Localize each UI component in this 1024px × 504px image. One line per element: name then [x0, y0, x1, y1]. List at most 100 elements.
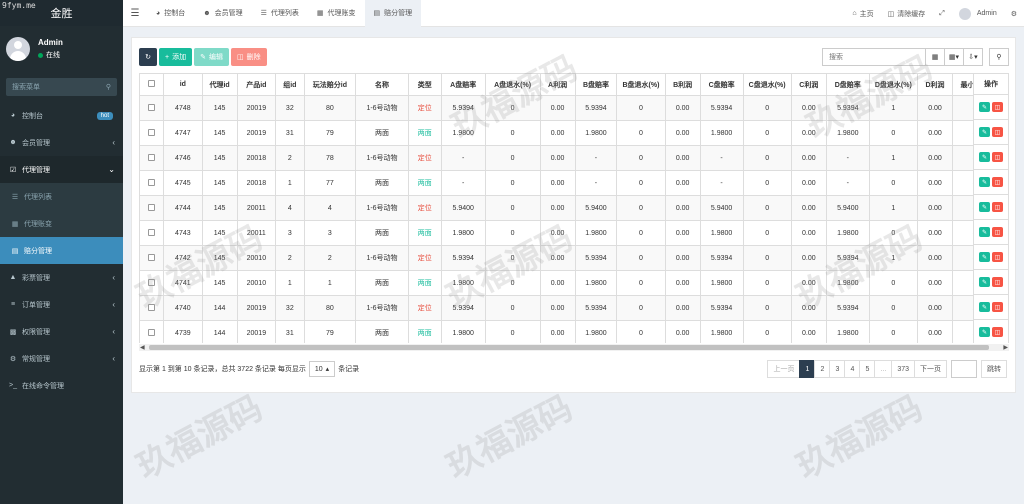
page-4[interactable]: 4: [844, 360, 861, 378]
delete-row-icon[interactable]: ◫: [992, 327, 1003, 337]
jump-button[interactable]: 跳转: [981, 360, 1007, 378]
col-header[interactable]: D盘退水(%): [868, 73, 918, 96]
col-header[interactable]: B盘赔率: [574, 73, 618, 96]
sidebar-item-orders[interactable]: ≡ 订单管理 ‹: [0, 291, 123, 318]
tab-dashboard[interactable]: ◕ 控制台: [147, 0, 194, 27]
row-checkbox[interactable]: [139, 320, 165, 343]
refresh-button[interactable]: ↻: [139, 48, 157, 66]
delete-row-icon[interactable]: ◫: [992, 127, 1003, 137]
col-header[interactable]: C盘退水(%): [742, 73, 792, 96]
sidebar-item-members[interactable]: ☻ 会员管理 ‹: [0, 129, 123, 156]
next-page-button[interactable]: 下一页: [914, 360, 947, 378]
user-menu[interactable]: Admin: [952, 7, 1004, 20]
sidebar-item-lottery[interactable]: ▲ 彩票管理 ‹: [0, 264, 123, 291]
prev-page-button[interactable]: 上一页: [767, 360, 801, 378]
tab-odds-management[interactable]: ▤ 赔分管理: [364, 0, 422, 27]
columns-dropdown-icon[interactable]: ▦▾: [944, 48, 964, 66]
col-header[interactable]: A盘退水(%): [484, 73, 541, 96]
menu-search-input[interactable]: 搜索菜单 ⚲: [6, 78, 117, 96]
page-last[interactable]: 373: [891, 360, 915, 378]
delete-row-icon[interactable]: ◫: [992, 102, 1003, 112]
col-header[interactable]: B利润: [664, 73, 701, 96]
tab-agent-transactions[interactable]: ▦ 代理账变: [308, 0, 365, 27]
menu-toggle-icon[interactable]: ☰: [123, 8, 147, 19]
col-header[interactable]: A盘赔率: [440, 73, 486, 96]
col-header[interactable]: 代理id: [201, 73, 238, 96]
table-row[interactable]: 4746 145 20018 2 78 1-6号动物 定位 -0 0.00-0 0.00-0 0.0…: [139, 145, 1009, 171]
delete-row-icon[interactable]: ◫: [992, 152, 1003, 162]
col-header[interactable]: B盘退水(%): [616, 73, 666, 96]
delete-row-icon[interactable]: ◫: [992, 227, 1003, 237]
logo[interactable]: 9fym.me 金胜: [0, 0, 123, 26]
toggle-view-icon[interactable]: ▦: [925, 48, 945, 66]
edit-row-icon[interactable]: ✎: [979, 327, 990, 337]
table-row[interactable]: 4743 145 20011 3 3 两面 两面 1.9800 0 0.00 1.9800 0 0.00…: [139, 220, 1009, 246]
row-checkbox[interactable]: [139, 270, 165, 296]
edit-row-icon[interactable]: ✎: [979, 177, 990, 187]
select-all-checkbox[interactable]: [139, 73, 165, 96]
col-header[interactable]: D利润: [916, 73, 954, 96]
row-checkbox[interactable]: [139, 295, 165, 321]
fullscreen-icon[interactable]: ⤢: [932, 10, 952, 18]
edit-row-icon[interactable]: ✎: [979, 102, 990, 112]
scrollbar-thumb[interactable]: [149, 345, 989, 350]
col-header[interactable]: A利润: [539, 73, 576, 96]
sidebar-item-odds-management[interactable]: ▤ 赔分管理: [0, 237, 123, 264]
col-header[interactable]: 名称: [355, 73, 409, 96]
row-checkbox[interactable]: [139, 245, 165, 271]
edit-row-icon[interactable]: ✎: [979, 302, 990, 312]
edit-row-icon[interactable]: ✎: [979, 277, 990, 287]
edit-row-icon[interactable]: ✎: [979, 202, 990, 212]
clear-cache-button[interactable]: ◫ 清除缓存: [881, 9, 933, 19]
sidebar-item-dashboard[interactable]: ◕ 控制台 hot: [0, 102, 123, 129]
delete-row-icon[interactable]: ◫: [992, 202, 1003, 212]
delete-row-icon[interactable]: ◫: [992, 252, 1003, 262]
row-checkbox[interactable]: [139, 95, 165, 121]
delete-row-icon[interactable]: ◫: [992, 302, 1003, 312]
table-row[interactable]: 4745 145 20018 1 77 两面 两面 -0 0.00-0 0.00-0 0.00-0 0…: [139, 170, 1009, 196]
col-header[interactable]: 类型: [407, 73, 442, 96]
table-row[interactable]: 4739 144 20019 31 79 两面 两面 1.9800 0 0.00 1.9800 0 0.…: [139, 320, 1009, 343]
home-link[interactable]: ⌂ 主页: [845, 9, 880, 19]
edit-row-icon[interactable]: ✎: [979, 127, 990, 137]
col-header[interactable]: 产品id: [236, 73, 277, 96]
row-checkbox[interactable]: [139, 220, 165, 246]
sidebar-item-agent-transactions[interactable]: ▦ 代理账变: [0, 210, 123, 237]
horizontal-scrollbar[interactable]: ◀ ▶: [139, 344, 1009, 351]
col-header[interactable]: id: [163, 73, 203, 96]
table-row[interactable]: 4744 145 20011 4 4 1-6号动物 定位 5.9400 0 0.00 5.9400 0…: [139, 195, 1009, 221]
jump-page-input[interactable]: [951, 360, 977, 378]
col-header[interactable]: D盘赔率: [825, 73, 870, 96]
col-header[interactable]: C利润: [790, 73, 827, 96]
scroll-right-icon[interactable]: ▶: [1003, 344, 1008, 351]
table-row[interactable]: 4747 145 20019 31 79 两面 两面 1.9800 0 0.00 1.9800 0 0.…: [139, 120, 1009, 146]
table-row[interactable]: 4742 145 20010 2 2 1-6号动物 定位 5.9394 0 0.00 5.9394 0…: [139, 245, 1009, 271]
edit-row-icon[interactable]: ✎: [979, 252, 990, 262]
delete-row-icon[interactable]: ◫: [992, 277, 1003, 287]
sidebar-item-agent-list[interactable]: ☰ 代理列表: [0, 183, 123, 210]
tab-members[interactable]: ☻ 会员管理: [194, 0, 251, 27]
row-checkbox[interactable]: [139, 195, 165, 221]
edit-button[interactable]: ✎ 编辑: [194, 48, 229, 66]
settings-icon[interactable]: ⚙: [1004, 10, 1024, 18]
table-search-input[interactable]: [822, 48, 926, 66]
row-checkbox[interactable]: [139, 120, 165, 146]
col-header[interactable]: 组id: [275, 73, 305, 96]
tab-agent-list[interactable]: ☰ 代理列表: [252, 0, 308, 27]
col-header[interactable]: C盘赔率: [699, 73, 744, 96]
page-size-select[interactable]: 10 ▴: [308, 361, 336, 377]
page-1[interactable]: 1: [799, 360, 816, 378]
table-row[interactable]: 4740 144 20019 32 80 1-6号动物 定位 5.9394 0 0.00 5.939…: [139, 295, 1009, 321]
sidebar-item-agents[interactable]: ☑ 代理管理 ⌄: [0, 156, 123, 183]
table-row[interactable]: 4748 145 20019 32 80 1-6号动物 定位 5.9394 0 0.00 5.939…: [139, 95, 1009, 121]
row-checkbox[interactable]: [139, 145, 165, 171]
edit-row-icon[interactable]: ✎: [979, 227, 990, 237]
scroll-left-icon[interactable]: ◀: [140, 344, 145, 351]
page-3[interactable]: 3: [829, 360, 846, 378]
delete-button[interactable]: ◫ 删除: [230, 48, 267, 66]
sidebar-item-permissions[interactable]: ▩ 权限管理 ‹: [0, 318, 123, 345]
search-toggle-icon[interactable]: ⚲: [989, 48, 1009, 66]
export-dropdown-icon[interactable]: ⇩▾: [963, 48, 983, 66]
delete-row-icon[interactable]: ◫: [992, 177, 1003, 187]
page-5[interactable]: 5: [859, 360, 876, 378]
